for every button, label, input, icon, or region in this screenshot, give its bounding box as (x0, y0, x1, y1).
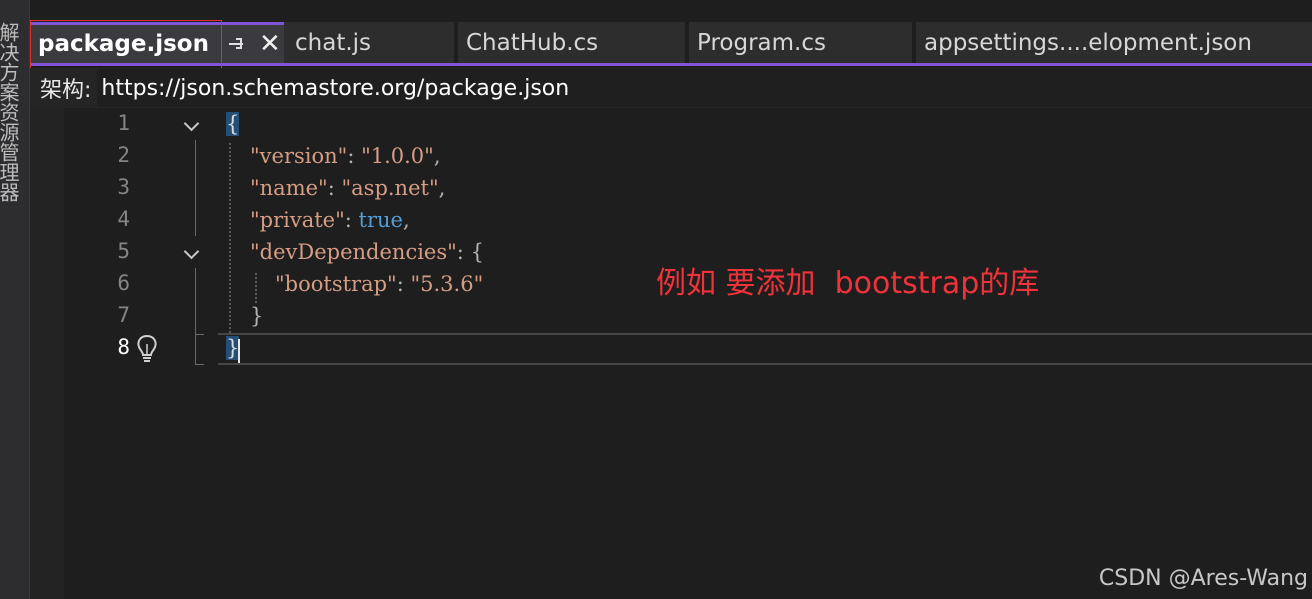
tab-chat-js[interactable]: chat.js (287, 22, 458, 63)
code-line-2: "version": "1.0.0", (250, 140, 441, 172)
json-colon: : (347, 144, 362, 168)
json-string: "5.3.6" (410, 272, 484, 296)
code-line-3: "name": "asp.net", (250, 172, 445, 204)
tab-label: Program.cs (697, 29, 826, 56)
fold-line (195, 268, 196, 364)
json-colon: : (344, 208, 359, 232)
line-number: 7 (117, 303, 130, 327)
schema-bar: 架构: https://json.schemastore.org/package… (30, 68, 1312, 108)
open-brace: { (470, 240, 484, 264)
json-colon: : (327, 176, 342, 200)
json-string: "asp.net" (341, 176, 439, 200)
editor-margin (30, 108, 64, 599)
code-line-4: "private": true, (250, 204, 410, 236)
json-key: "bootstrap" (275, 272, 397, 296)
solution-explorer-strip[interactable]: 解决方案资源管理器 (0, 0, 30, 599)
line-number: 1 (117, 111, 130, 135)
tab-appsettings-development-json[interactable]: appsettings....elopment.json (916, 22, 1312, 63)
solution-explorer-label[interactable]: 解决方案资源管理器 (0, 22, 20, 202)
line-number-current: 8 (117, 335, 130, 359)
line-number: 2 (117, 143, 130, 167)
tab-chathub-cs[interactable]: ChatHub.cs (458, 22, 689, 63)
json-colon: : (456, 240, 471, 264)
tab-bar: package.json ✕ chat.js ChatHub.cs Progra… (30, 22, 1312, 66)
line-number: 3 (117, 175, 130, 199)
code-editor[interactable]: 1 2 3 4 5 6 7 8 { "version": "1.0.0", "n… (64, 108, 1312, 599)
text-caret (238, 339, 240, 363)
line-number: 5 (117, 239, 130, 263)
code-line-5: "devDependencies": { (250, 236, 484, 268)
active-tab-underline (30, 63, 1312, 66)
annotation-text: 例如 要添加 bootstrap的库 (656, 266, 1040, 301)
schema-label: 架构: (40, 78, 92, 103)
json-string: "1.0.0" (361, 144, 434, 168)
close-icon[interactable]: ✕ (259, 31, 281, 57)
json-comma: , (433, 144, 441, 168)
indent-guide (229, 143, 231, 333)
watermark: CSDN @Ares-Wang (1098, 566, 1308, 591)
open-brace: { (226, 112, 240, 136)
line-number: 4 (117, 207, 130, 231)
json-key: "name" (250, 176, 328, 200)
indent-guide (255, 273, 257, 303)
code-line-6: "bootstrap": "5.3.6" (275, 268, 483, 300)
json-colon: : (396, 272, 411, 296)
pin-icon[interactable] (228, 37, 243, 51)
current-line-highlight (218, 333, 1312, 365)
json-boolean: true (358, 208, 403, 232)
json-key: "version" (250, 144, 348, 168)
close-brace: } (250, 304, 264, 328)
json-comma: , (402, 208, 410, 232)
json-key: "devDependencies" (250, 240, 457, 264)
fold-chevron-icon[interactable] (185, 118, 199, 132)
tab-label: appsettings....elopment.json (924, 29, 1252, 56)
tab-program-cs[interactable]: Program.cs (689, 22, 916, 63)
json-comma: , (438, 176, 446, 200)
json-key: "private" (250, 208, 345, 232)
line-number: 6 (117, 271, 130, 295)
highlight-box (30, 20, 222, 71)
code-line-1: { (226, 108, 240, 140)
tab-label: chat.js (295, 29, 372, 56)
fold-chevron-icon[interactable] (185, 246, 199, 260)
code-line-7: } (250, 300, 263, 332)
fold-end (195, 334, 204, 335)
fold-line (195, 140, 196, 236)
schema-url-field[interactable]: https://json.schemastore.org/package.jso… (97, 69, 1312, 107)
fold-end (195, 364, 204, 365)
tab-label: ChatHub.cs (466, 29, 599, 56)
lightbulb-icon[interactable] (134, 334, 160, 364)
